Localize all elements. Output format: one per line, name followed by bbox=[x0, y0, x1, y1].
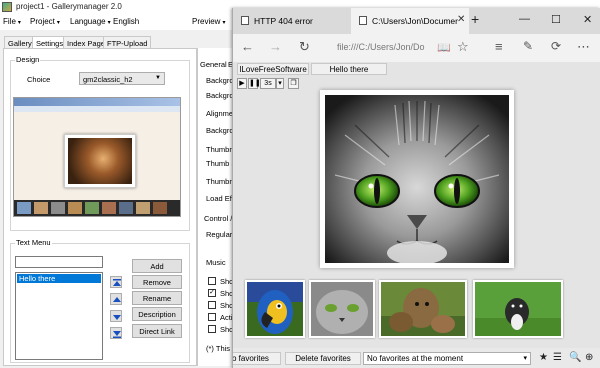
add-button[interactable]: Add bbox=[132, 259, 182, 273]
music-label: Music bbox=[206, 258, 226, 267]
interval-select[interactable]: 3s bbox=[260, 78, 276, 89]
setting-row-label: Thumbn bbox=[206, 177, 233, 186]
setting-row-label: Backgro bbox=[206, 126, 233, 135]
menu-language[interactable]: Language ▾ bbox=[70, 17, 111, 26]
thumbnail-parrot[interactable] bbox=[245, 280, 305, 338]
setting-row-label: Load Eff bbox=[206, 194, 233, 203]
setting-row-label: Backgrou bbox=[206, 76, 233, 85]
favorite-star-icon[interactable]: ☆ bbox=[457, 39, 469, 55]
close-tab-button[interactable]: ✕ bbox=[455, 8, 467, 34]
reading-view-icon[interactable]: 📖 bbox=[437, 41, 451, 54]
forward-icon[interactable]: → bbox=[269, 39, 282, 54]
choice-label: Choice bbox=[27, 75, 51, 84]
new-tab-button[interactable]: + bbox=[471, 11, 479, 27]
design-choice-select[interactable]: gm2classic_h2 ▼ bbox=[79, 72, 165, 85]
checkbox[interactable]: ✓ bbox=[208, 289, 216, 297]
text-menu-input[interactable] bbox=[15, 256, 103, 268]
direct-link-button[interactable]: Direct Link bbox=[132, 324, 182, 338]
move-top-button[interactable] bbox=[110, 276, 122, 288]
menu-english[interactable]: English bbox=[113, 17, 139, 26]
setting-row-label: Alignmen bbox=[206, 109, 233, 118]
arrow-top-icon bbox=[113, 279, 121, 286]
move-down-button[interactable] bbox=[110, 310, 122, 322]
app-logo-icon bbox=[2, 2, 12, 12]
list-icon[interactable]: ☰ bbox=[553, 352, 562, 363]
star-favorite-icon[interactable]: ★ bbox=[539, 352, 548, 363]
rename-button[interactable]: Rename bbox=[132, 291, 182, 305]
thumbnail-puppy[interactable] bbox=[473, 280, 563, 338]
thumbnail-kitten[interactable] bbox=[309, 280, 375, 338]
setting-row-label: Regular bbox=[206, 230, 233, 239]
tab-general[interactable]: General bbox=[200, 60, 227, 69]
main-photo[interactable] bbox=[320, 90, 514, 268]
back-icon[interactable]: ← bbox=[241, 39, 254, 54]
move-bottom-button[interactable] bbox=[110, 327, 122, 339]
arrow-down-icon bbox=[113, 315, 121, 320]
checkbox[interactable] bbox=[208, 313, 216, 321]
cat-photo bbox=[325, 95, 509, 263]
checkbox[interactable] bbox=[208, 325, 216, 333]
menu-file[interactable]: File ▾ bbox=[3, 17, 21, 26]
interval-dropdown-arrow[interactable]: ▾ bbox=[276, 78, 284, 89]
checkbox[interactable] bbox=[208, 301, 216, 309]
page-icon bbox=[359, 16, 367, 25]
maximize-button[interactable]: ☐ bbox=[551, 13, 561, 26]
chevron-down-icon: ▼ bbox=[155, 75, 161, 81]
play-button[interactable]: ▶ bbox=[237, 78, 247, 89]
chevron-down-icon: ▾ bbox=[523, 355, 527, 362]
design-preview-image bbox=[13, 97, 181, 217]
setting-row-label: Control / bbox=[204, 214, 233, 223]
more-icon[interactable]: ⋯ bbox=[577, 39, 590, 55]
move-up-button[interactable] bbox=[110, 293, 122, 305]
footnote: (*) This p bbox=[206, 344, 233, 353]
menu-project[interactable]: Project ▾ bbox=[30, 17, 60, 26]
address-bar[interactable]: file:///C:/Users/Jon/Do bbox=[337, 42, 433, 52]
checkbox-label: Acti bbox=[220, 313, 233, 322]
arrow-bottom-icon bbox=[113, 331, 121, 338]
setting-row-label: Thumbna bbox=[206, 145, 233, 154]
design-group-label: Design bbox=[15, 55, 41, 64]
favorites-select[interactable]: No favorites at the moment ▾ bbox=[363, 352, 531, 365]
hub-icon[interactable]: ≡ bbox=[495, 39, 503, 54]
tab-local-file[interactable]: C:\Users\Jon\Documer bbox=[351, 8, 469, 34]
arrow-up-icon bbox=[113, 297, 121, 302]
description-button[interactable]: Description bbox=[132, 307, 182, 321]
page-icon bbox=[241, 16, 249, 25]
text-menu-list[interactable]: Hello there bbox=[15, 272, 103, 360]
list-item[interactable]: Hello there bbox=[17, 274, 101, 283]
favorites-bar: o favorites Delete favorites No favorite… bbox=[233, 348, 600, 368]
browser-window: HTTP 404 error C:\Users\Jon\Documer ✕ + … bbox=[232, 8, 600, 368]
browser-tabbar: HTTP 404 error C:\Users\Jon\Documer ✕ + … bbox=[233, 8, 600, 34]
close-window-button[interactable]: ✕ bbox=[583, 13, 592, 26]
tab-http-404[interactable]: HTTP 404 error bbox=[233, 8, 349, 34]
app-title: project1 - Gallerymanager 2.0 bbox=[16, 2, 122, 11]
browser-navbar: ← → ↻ file:///C:/Users/Jon/Do 📖 ☆ ≡ ✎ ⟳ … bbox=[233, 34, 600, 62]
more-zoom-icon[interactable]: ⊕ bbox=[585, 352, 593, 363]
zoom-icon[interactable]: 🔍 bbox=[569, 352, 581, 363]
text-menu-group-label: Text Menu bbox=[15, 238, 52, 247]
gallery-menu-hello-there[interactable]: Hello there bbox=[311, 63, 387, 75]
setting-row-label: Thumb S bbox=[206, 159, 233, 168]
web-note-icon[interactable]: ✎ bbox=[523, 39, 533, 53]
thumbnail-dogs[interactable] bbox=[379, 280, 467, 338]
delete-favorites-button[interactable]: Delete favorites bbox=[285, 352, 361, 365]
checkbox[interactable] bbox=[208, 277, 216, 285]
refresh-icon[interactable]: ↻ bbox=[299, 39, 310, 55]
fullscreen-icon[interactable]: ❐ bbox=[288, 78, 299, 89]
minimize-button[interactable]: — bbox=[519, 13, 530, 25]
right-settings-panel: General E Backgrou Backgro Alignmen Back… bbox=[197, 48, 233, 366]
page-content: ILoveFreeSoftware Hello there ▶ ❚❚ 3s ▾ … bbox=[233, 62, 600, 348]
share-icon[interactable]: ⟳ bbox=[551, 39, 561, 53]
setting-row-label: Backgro bbox=[206, 91, 233, 100]
gallery-menu-ilovefreesoftware[interactable]: ILoveFreeSoftware bbox=[237, 63, 309, 75]
remove-button[interactable]: Remove bbox=[132, 275, 182, 289]
pause-button[interactable]: ❚❚ bbox=[248, 78, 261, 89]
menu-preview[interactable]: Preview ▾ bbox=[192, 17, 225, 26]
favorites-button[interactable]: o favorites bbox=[233, 352, 281, 365]
